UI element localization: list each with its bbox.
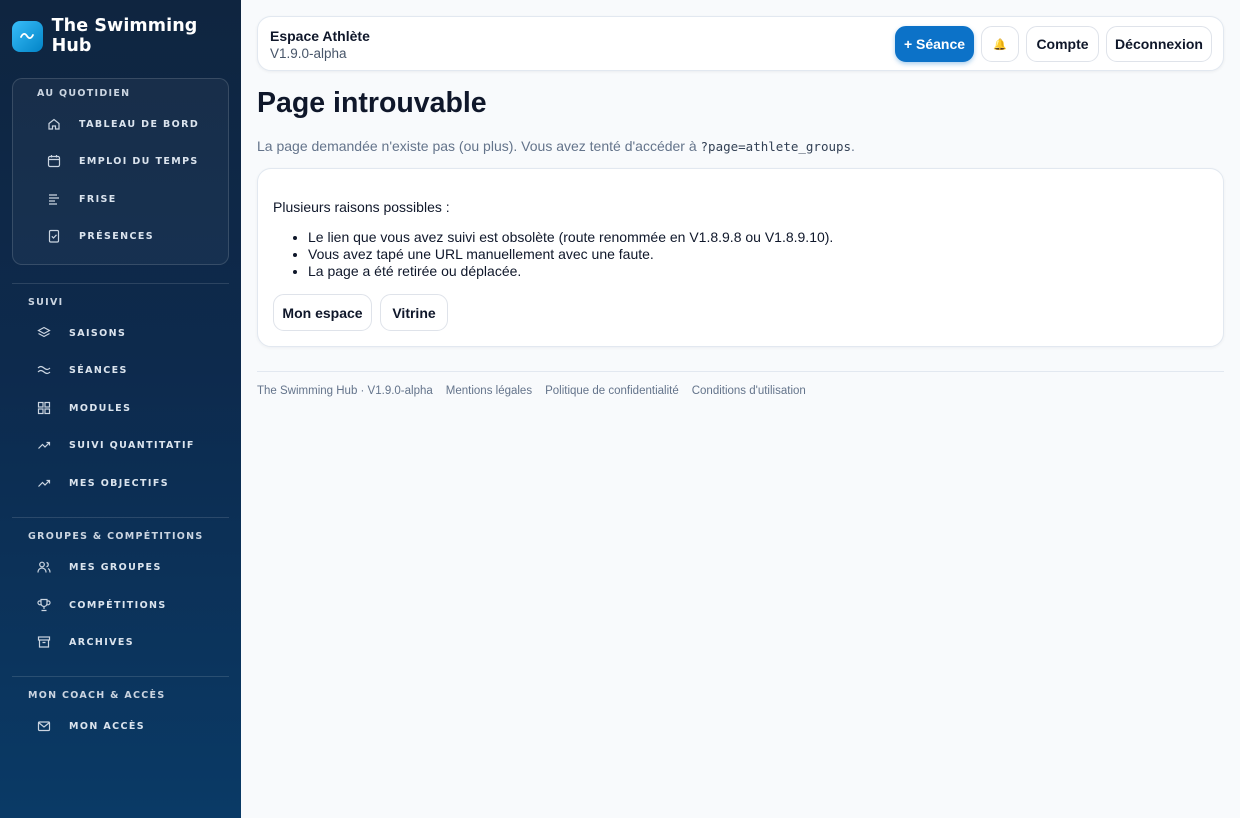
section-title-daily: Au quotidien <box>37 88 131 99</box>
sidebar-item-label: Présences <box>79 230 154 242</box>
mail-icon <box>36 718 52 734</box>
trending-up-icon <box>36 475 52 491</box>
sidebar-item-label: Emploi du temps <box>79 155 199 167</box>
checklist-icon <box>46 228 62 244</box>
reasons-intro: Plusieurs raisons possibles : <box>273 199 450 215</box>
archive-icon <box>36 634 52 650</box>
showcase-button[interactable]: Vitrine <box>380 294 448 331</box>
list-item: Vous avez tapé une URL manuellement avec… <box>308 246 833 263</box>
app-version: V1.9.0-alpha <box>270 46 347 61</box>
users-icon <box>36 559 52 575</box>
error-card: Plusieurs raisons possibles : Le lien qu… <box>257 168 1224 347</box>
bell-icon[interactable]: 🔔 <box>981 26 1019 62</box>
wave-icon <box>12 20 43 52</box>
page-title: Page introuvable <box>257 87 487 119</box>
home-icon <box>46 116 62 132</box>
waves-icon <box>36 362 52 378</box>
logout-button[interactable]: Déconnexion <box>1106 26 1212 62</box>
section-title-tracking: Suivi <box>28 297 64 308</box>
sidebar-item-label: Séances <box>69 364 128 376</box>
list-item: La page a été retirée ou déplacée. <box>308 263 833 280</box>
sidebar-item-seasons[interactable]: Saisons <box>36 320 126 346</box>
section-title-groups: Groupes & compétitions <box>28 531 204 542</box>
footer: The Swimming Hub · V1.9.0-alpha Mentions… <box>257 385 806 397</box>
sidebar: The Swimming Hub Au quotidien Tableau de… <box>0 0 241 818</box>
trophy-icon <box>36 597 52 613</box>
layers-icon <box>36 325 52 341</box>
sidebar-item-my-groups[interactable]: Mes groupes <box>36 554 162 580</box>
sidebar-item-my-goals[interactable]: Mes objectifs <box>36 470 169 496</box>
section-title-coach-access: Mon coach & accès <box>28 690 166 701</box>
grid-icon <box>36 400 52 416</box>
top-bar: Espace Athlète V1.9.0-alpha + Séance 🔔 C… <box>257 16 1224 71</box>
footer-divider <box>257 371 1224 372</box>
list-item: Le lien que vous avez suivi est obsolète… <box>308 229 833 246</box>
requested-route: ?page=athlete_groups <box>700 139 852 154</box>
sidebar-item-label: Mon accès <box>69 720 146 732</box>
brand[interactable]: The Swimming Hub <box>12 16 241 56</box>
sidebar-item-label: Mes objectifs <box>69 477 169 489</box>
sidebar-item-label: Mes groupes <box>69 561 162 573</box>
divider <box>12 283 229 284</box>
privacy-policy-link[interactable]: Politique de confidentialité <box>545 385 679 397</box>
legal-notice-link[interactable]: Mentions légales <box>446 385 532 397</box>
sidebar-item-sessions[interactable]: Séances <box>36 357 128 383</box>
timeline-icon <box>46 191 62 207</box>
calendar-icon <box>46 153 62 169</box>
sidebar-item-dashboard[interactable]: Tableau de bord <box>46 111 199 137</box>
account-button[interactable]: Compte <box>1026 26 1099 62</box>
sidebar-item-label: Frise <box>79 193 117 205</box>
sidebar-item-my-access[interactable]: Mon accès <box>36 713 145 739</box>
space-title: Espace Athlète <box>270 28 370 44</box>
sidebar-item-label: Suivi quantitatif <box>69 439 195 451</box>
trending-up-icon <box>36 437 52 453</box>
reasons-list: Le lien que vous avez suivi est obsolète… <box>308 229 833 280</box>
divider <box>12 676 229 677</box>
description-suffix: . <box>851 138 855 154</box>
sidebar-item-timeline[interactable]: Frise <box>46 186 117 212</box>
brand-title: The Swimming Hub <box>51 16 198 56</box>
footer-app-version: The Swimming Hub · V1.9.0-alpha <box>257 385 433 397</box>
sidebar-item-label: Modules <box>69 402 132 414</box>
description-text: La page demandée n'existe pas (ou plus).… <box>257 138 701 154</box>
page-description: La page demandée n'existe pas (ou plus).… <box>257 138 855 154</box>
sidebar-item-competitions[interactable]: Compétitions <box>36 592 167 618</box>
sidebar-item-label: Compétitions <box>69 599 167 611</box>
sidebar-item-archives[interactable]: Archives <box>36 629 134 655</box>
sidebar-item-label: Saisons <box>69 327 127 339</box>
sidebar-item-schedule[interactable]: Emploi du temps <box>46 148 199 174</box>
my-space-button[interactable]: Mon espace <box>273 294 372 331</box>
sidebar-item-quantitative-tracking[interactable]: Suivi quantitatif <box>36 432 195 458</box>
sidebar-item-label: Tableau de bord <box>79 118 200 130</box>
new-session-button[interactable]: + Séance <box>895 26 974 62</box>
sidebar-item-label: Archives <box>69 636 135 648</box>
terms-of-use-link[interactable]: Conditions d'utilisation <box>692 385 806 397</box>
sidebar-item-attendance[interactable]: Présences <box>46 223 154 249</box>
divider <box>12 517 229 518</box>
sidebar-item-modules[interactable]: Modules <box>36 395 131 421</box>
